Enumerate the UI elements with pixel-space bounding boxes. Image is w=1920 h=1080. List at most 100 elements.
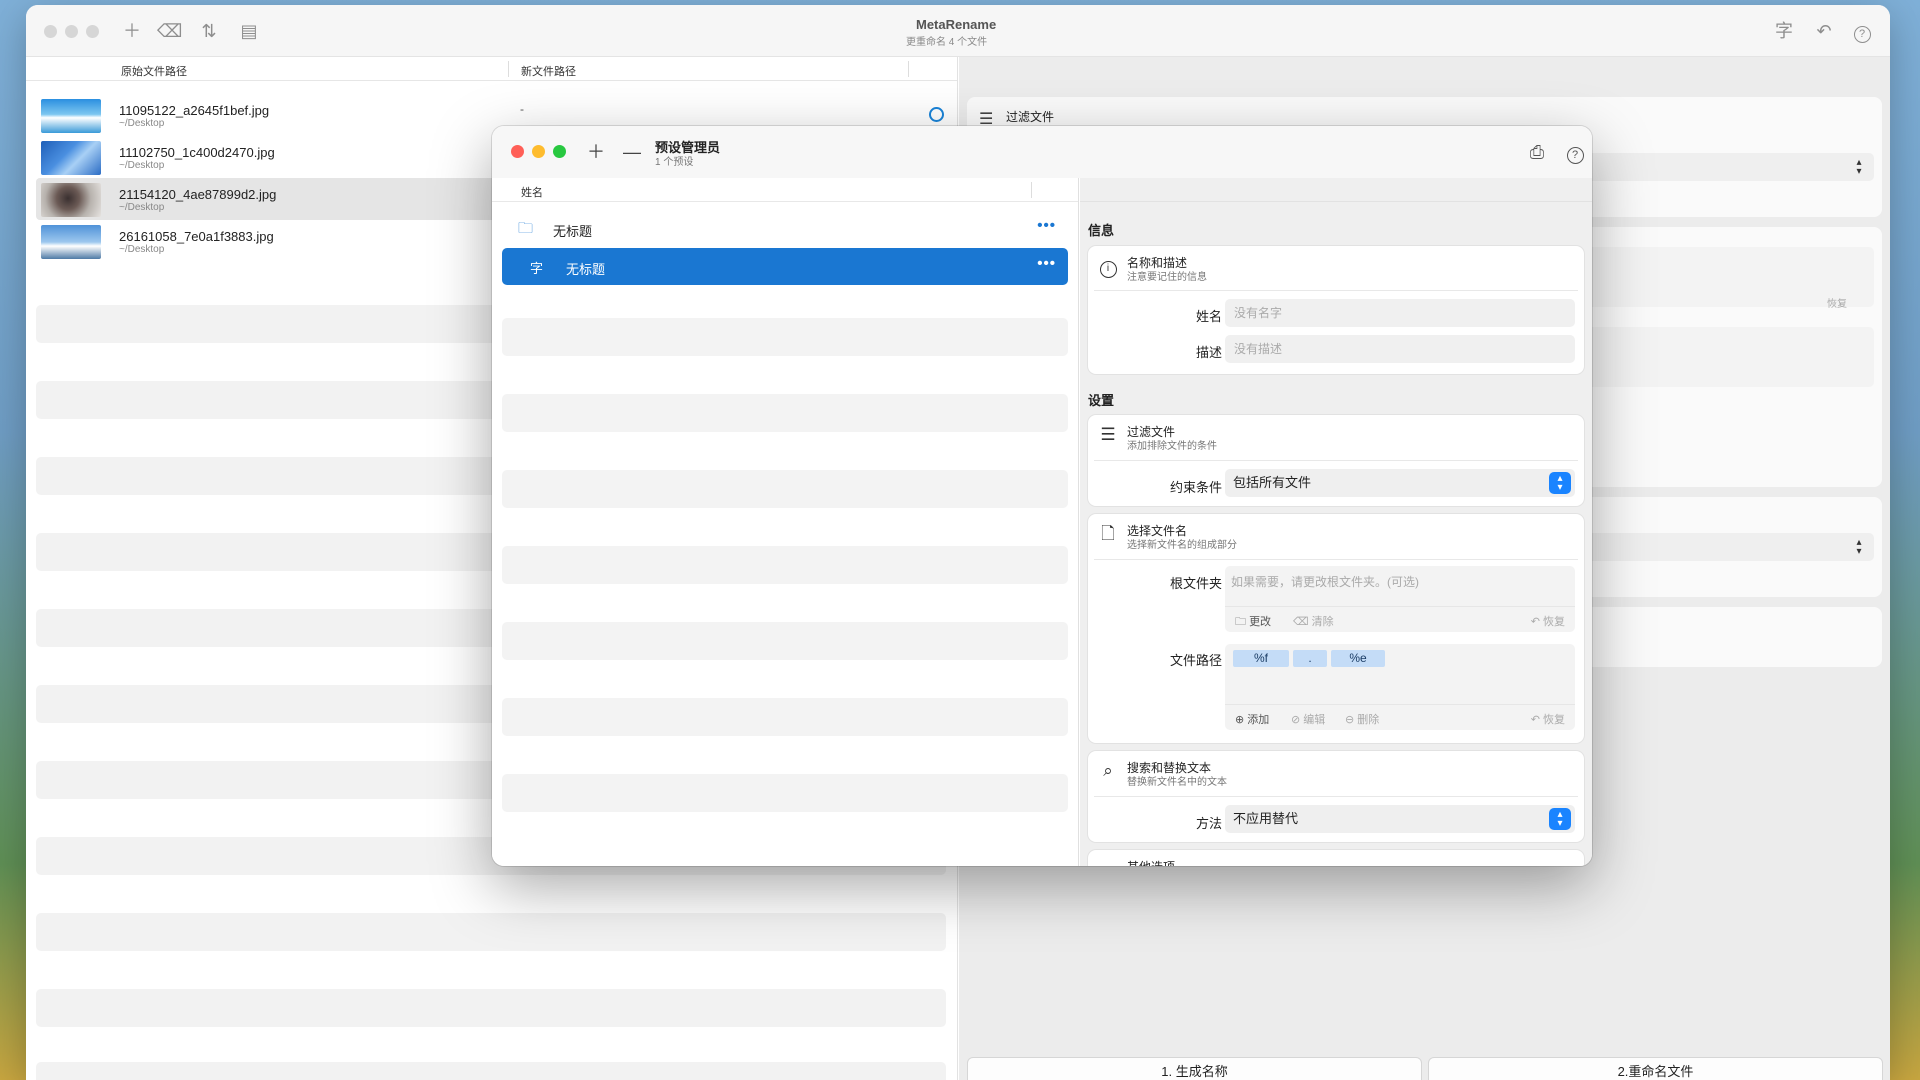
empty-row bbox=[502, 774, 1068, 812]
app-title: MetaRename bbox=[916, 17, 997, 32]
root-folder-placeholder: 如果需要，请更改根文件夹。(可选) bbox=[1231, 575, 1419, 589]
folder-icon: 🗀 bbox=[518, 220, 534, 237]
file-thumbnail bbox=[41, 141, 101, 175]
document-icon: 🗋 bbox=[1101, 524, 1115, 543]
document-icon[interactable]: ▤ bbox=[237, 19, 261, 43]
remove-files-icon[interactable]: ⌫ bbox=[157, 19, 182, 43]
method-select[interactable]: 不应用替代 ▴ ▾ bbox=[1225, 805, 1575, 833]
add-files-icon[interactable]: ＋ bbox=[120, 19, 144, 43]
filter-files-card: ☰ 过滤文件 添加排除文件的条件 约束条件 包括所有文件 ▴ ▾ bbox=[1088, 415, 1584, 506]
preset-text-icon: 字 bbox=[530, 261, 544, 276]
column-original-path[interactable]: 原始文件路径 bbox=[121, 63, 187, 79]
column-new-path[interactable]: 新文件路径 bbox=[521, 63, 576, 79]
file-list-header: 原始文件路径 新文件路径 bbox=[26, 57, 957, 81]
constraint-label: 约束条件 bbox=[1169, 480, 1222, 495]
name-label: 姓名 bbox=[1195, 309, 1222, 324]
file-path-label: 文件路径 bbox=[1169, 653, 1222, 668]
token-dot[interactable]: . bbox=[1293, 650, 1327, 667]
new-path: - bbox=[520, 102, 524, 116]
file-path: ~/Desktop bbox=[119, 118, 165, 129]
restore-path-button[interactable]: ↶ 恢复 bbox=[1531, 711, 1565, 727]
section-settings-title: 设置 bbox=[1088, 393, 1115, 408]
file-path: ~/Desktop bbox=[119, 202, 165, 213]
name-field[interactable]: 没有名字 bbox=[1225, 299, 1575, 327]
section-info-title: 信息 bbox=[1088, 223, 1115, 238]
info-icon: i bbox=[1098, 256, 1118, 278]
choose-filename-card: 🗋 选择文件名 选择新文件名的组成部分 根文件夹 如果需要，请更改根文件夹。(可… bbox=[1088, 514, 1584, 743]
window-controls bbox=[44, 25, 99, 38]
file-thumbnail bbox=[41, 225, 101, 259]
empty-row bbox=[36, 989, 946, 1027]
file-path: ~/Desktop bbox=[119, 244, 165, 255]
preset-folder-row[interactable]: 🗀 无标题 ••• bbox=[502, 210, 1068, 247]
preset-toolbar: ＋ — 预设管理员 1 个预设 ⎙ ? bbox=[492, 126, 1592, 178]
minimize-button[interactable] bbox=[532, 145, 545, 158]
empty-row bbox=[502, 318, 1068, 356]
file-name: 11102750_1c400d2470.jpg bbox=[119, 145, 275, 160]
status-ring-icon bbox=[929, 107, 944, 122]
description-label: 描述 bbox=[1195, 345, 1222, 360]
empty-row bbox=[502, 698, 1068, 736]
sort-icon[interactable]: ⇅ bbox=[197, 19, 221, 43]
constraint-select[interactable]: 包括所有文件 ▴ ▾ bbox=[1225, 469, 1575, 497]
change-folder-button[interactable]: 🗀 更改 bbox=[1235, 613, 1271, 632]
minimize-button[interactable] bbox=[65, 25, 78, 38]
file-thumbnail bbox=[41, 99, 101, 133]
card-title: 其他选项 bbox=[1127, 858, 1175, 866]
empty-row bbox=[502, 546, 1068, 584]
chevron-updown-icon: ▴ ▾ bbox=[1549, 472, 1571, 494]
undo-icon[interactable]: ↶ bbox=[1812, 19, 1836, 43]
filter-icon: ☰ bbox=[1100, 425, 1116, 444]
empty-row bbox=[36, 1062, 946, 1080]
main-toolbar: ＋ ⌫ ⇅ ▤ MetaRename 更重命名 4 个文件 字 ↶ ? bbox=[26, 5, 1890, 57]
root-folder-label: 根文件夹 bbox=[1169, 576, 1222, 591]
text-format-icon[interactable]: 字 bbox=[1772, 19, 1796, 43]
chevron-updown-icon: ▴ ▾ bbox=[1549, 808, 1571, 830]
edit-component-button[interactable]: ⊘ 编辑 bbox=[1291, 711, 1325, 727]
preset-list-pane: 姓名 🗀 无标题 ••• 字 无标题 ••• bbox=[492, 178, 1079, 866]
rename-files-button[interactable]: 2.重命名文件 bbox=[1428, 1057, 1883, 1080]
add-preset-icon[interactable]: ＋ bbox=[584, 140, 608, 164]
export-icon[interactable]: ⎙ bbox=[1525, 140, 1549, 164]
empty-row bbox=[502, 622, 1068, 660]
delete-component-button[interactable]: ⊖ 删除 bbox=[1345, 711, 1379, 727]
token-extension[interactable]: %e bbox=[1331, 650, 1385, 667]
token-filename[interactable]: %f bbox=[1233, 650, 1289, 667]
preset-label: 无标题 bbox=[553, 224, 593, 239]
other-options-card: 其他选项 bbox=[1088, 850, 1584, 866]
help-icon[interactable]: ? bbox=[1850, 19, 1874, 43]
column-name[interactable]: 姓名 bbox=[521, 184, 543, 200]
remove-preset-icon[interactable]: — bbox=[620, 140, 644, 164]
root-folder-box[interactable]: 如果需要，请更改根文件夹。(可选) 🗀 更改 ⌫ 清除 ↶ 恢复 bbox=[1225, 566, 1575, 632]
preset-list-header: 姓名 bbox=[492, 178, 1078, 202]
description-field[interactable]: 没有描述 bbox=[1225, 335, 1575, 363]
more-icon[interactable]: ••• bbox=[1037, 217, 1056, 234]
generate-names-button[interactable]: 1. 生成名称 bbox=[967, 1057, 1422, 1080]
clear-folder-button[interactable]: ⌫ 清除 bbox=[1293, 613, 1334, 629]
file-thumbnail bbox=[41, 183, 101, 217]
add-component-button[interactable]: ⊕ 添加 bbox=[1235, 711, 1269, 727]
card-subtitle: 选择新文件名的组成部分 bbox=[1127, 540, 1237, 551]
zoom-button[interactable] bbox=[86, 25, 99, 38]
search-replace-card: ⌕ 搜索和替换文本 替换新文件名中的文本 方法 不应用替代 ▴ ▾ bbox=[1088, 751, 1584, 842]
file-name: 26161058_7e0a1f3883.jpg bbox=[119, 229, 274, 244]
card-subtitle: 添加排除文件的条件 bbox=[1127, 441, 1217, 452]
zoom-button[interactable] bbox=[553, 145, 566, 158]
more-icon[interactable]: ••• bbox=[1037, 255, 1056, 272]
close-button[interactable] bbox=[44, 25, 57, 38]
file-path: ~/Desktop bbox=[119, 160, 165, 171]
restore-link[interactable]: 恢复 bbox=[1827, 295, 1847, 310]
close-button[interactable] bbox=[511, 145, 524, 158]
constraint-value: 包括所有文件 bbox=[1233, 475, 1312, 490]
method-label: 方法 bbox=[1195, 816, 1222, 831]
method-value: 不应用替代 bbox=[1233, 811, 1299, 826]
detail-header bbox=[1080, 178, 1592, 202]
restore-folder-button[interactable]: ↶ 恢复 bbox=[1531, 613, 1565, 629]
empty-row bbox=[36, 913, 946, 951]
preset-window-subtitle: 1 个预设 bbox=[655, 157, 694, 168]
file-path-box[interactable]: %f . %e ⊕ 添加 ⊘ 编辑 ⊖ 删除 ↶ 恢复 bbox=[1225, 644, 1575, 730]
name-description-card: i 名称和描述 注意要记住的信息 姓名 没有名字 描述 没有描述 bbox=[1088, 246, 1584, 374]
help-icon[interactable]: ? bbox=[1563, 140, 1587, 164]
app-subtitle: 更重命名 4 个文件 bbox=[906, 37, 988, 48]
preset-item-row-selected[interactable]: 字 无标题 ••• bbox=[502, 248, 1068, 285]
